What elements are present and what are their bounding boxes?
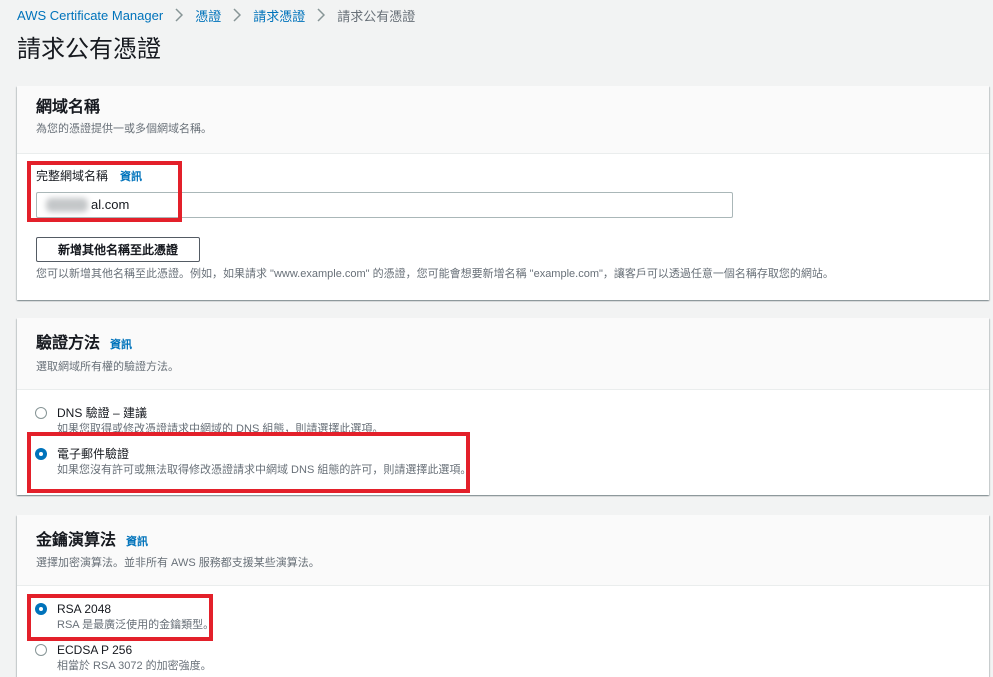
radio-label: DNS 驗證 – 建議 bbox=[57, 406, 148, 420]
add-name-help-text: 您可以新增其他名稱至此憑證。例如，如果請求 "www.example.com" … bbox=[36, 268, 834, 280]
panel-header: 驗證方法 資訊 選取網域所有權的驗證方法。 bbox=[17, 318, 989, 390]
panel-description: 選擇加密演算法。並非所有 AWS 服務都支援某些演算法。 bbox=[36, 557, 320, 569]
panel-header: 金鑰演算法 資訊 選擇加密演算法。並非所有 AWS 服務都支援某些演算法。 bbox=[17, 515, 989, 586]
breadcrumb-current: 請求公有憑證 bbox=[337, 8, 416, 24]
radio-label: RSA 2048 bbox=[57, 602, 112, 616]
key-algorithm-panel: 金鑰演算法 資訊 選擇加密演算法。並非所有 AWS 服務都支援某些演算法。 RS… bbox=[17, 515, 989, 677]
info-link-fqdn[interactable]: 資訊 bbox=[120, 168, 142, 184]
radio-description: 如果您沒有許可或無法取得修改憑證請求中網域 DNS 組態的許可，則請選擇此選項。 bbox=[57, 464, 472, 476]
breadcrumb-link-acm[interactable]: AWS Certificate Manager bbox=[17, 8, 163, 23]
radio-button[interactable] bbox=[35, 448, 47, 460]
breadcrumb: AWS Certificate Manager 憑證 請求憑證 請求公有憑證 bbox=[17, 5, 415, 25]
fqdn-label: 完整網域名稱 bbox=[36, 169, 109, 183]
redacted-blur bbox=[46, 198, 88, 212]
radio-option-email-validation[interactable]: 電子郵件驗證 如果您沒有許可或無法取得修改憑證請求中網域 DNS 組態的許可，則… bbox=[35, 446, 555, 478]
breadcrumb-link-request-certificate[interactable]: 請求憑證 bbox=[253, 6, 305, 25]
page-title: 請求公有憑證 bbox=[17, 36, 161, 63]
panel-description: 為您的憑證提供一或多個網域名稱。 bbox=[36, 123, 212, 135]
radio-label: 電子郵件驗證 bbox=[57, 447, 130, 461]
radio-description: 如果您取得或修改憑證請求中網域的 DNS 組態，則請選擇此選項。 bbox=[57, 423, 384, 435]
panel-title-row: 網域名稱 bbox=[36, 98, 100, 118]
panel-title: 網域名稱 bbox=[36, 99, 101, 116]
fqdn-input[interactable]: al.com bbox=[36, 192, 733, 218]
page: AWS Certificate Manager 憑證 請求憑證 請求公有憑證 請… bbox=[0, 0, 993, 677]
radio-label: ECDSA P 256 bbox=[57, 643, 133, 657]
radio-button[interactable] bbox=[35, 644, 47, 656]
domain-names-panel: 網域名稱 為您的憑證提供一或多個網域名稱。 完整網域名稱 資訊 al.com 新… bbox=[17, 86, 989, 300]
radio-description: 相當於 RSA 3072 的加密強度。 bbox=[57, 660, 212, 672]
fqdn-label-row: 完整網域名稱 資訊 bbox=[36, 168, 142, 184]
radio-option-ecdsa-p256[interactable]: ECDSA P 256 相當於 RSA 3072 的加密強度。 bbox=[35, 642, 555, 674]
panel-title: 金鑰演算法 bbox=[36, 532, 117, 549]
radio-description: RSA 是最廣泛使用的金鑰類型。 bbox=[57, 619, 215, 631]
radio-option-dns-validation[interactable]: DNS 驗證 – 建議 如果您取得或修改憑證請求中網域的 DNS 組態，則請選擇… bbox=[35, 405, 555, 437]
panel-description: 選取網域所有權的驗證方法。 bbox=[36, 361, 179, 373]
radio-option-rsa-2048[interactable]: RSA 2048 RSA 是最廣泛使用的金鑰類型。 bbox=[35, 601, 555, 633]
fqdn-input-value: al.com bbox=[91, 197, 130, 212]
chevron-right-icon bbox=[175, 8, 184, 22]
panel-title-row: 驗證方法 資訊 bbox=[36, 334, 132, 354]
info-link-validation[interactable]: 資訊 bbox=[110, 336, 132, 352]
radio-button[interactable] bbox=[35, 407, 47, 419]
add-another-name-button[interactable]: 新增其他名稱至此憑證 bbox=[36, 237, 200, 262]
panel-title-row: 金鑰演算法 資訊 bbox=[36, 531, 148, 551]
panel-title: 驗證方法 bbox=[36, 335, 101, 352]
radio-button[interactable] bbox=[35, 603, 47, 615]
validation-method-panel: 驗證方法 資訊 選取網域所有權的驗證方法。 DNS 驗證 – 建議 如果您取得或… bbox=[17, 318, 989, 495]
chevron-right-icon bbox=[233, 8, 242, 22]
info-link-key-algorithm[interactable]: 資訊 bbox=[126, 533, 148, 549]
chevron-right-icon bbox=[317, 8, 326, 22]
panel-header: 網域名稱 為您的憑證提供一或多個網域名稱。 bbox=[17, 86, 989, 154]
breadcrumb-link-certificates[interactable]: 憑證 bbox=[195, 6, 221, 25]
